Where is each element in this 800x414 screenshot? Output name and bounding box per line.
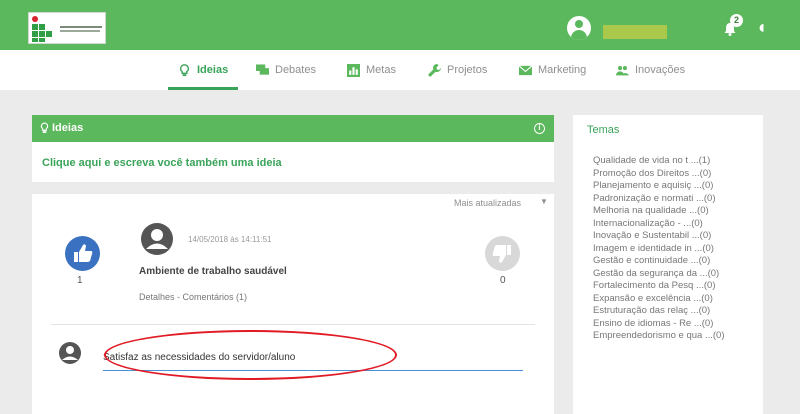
dislike-button[interactable] (485, 236, 520, 271)
tab-label: Metas (366, 64, 396, 76)
divider (32, 182, 554, 194)
theme-item[interactable]: Internacionalização - ...(0) (593, 218, 724, 231)
lightbulb-icon (40, 122, 49, 133)
main-nav: Ideias Debates Metas Projetos Marketing … (0, 50, 800, 90)
commenter-avatar (59, 342, 81, 364)
themes-list: Qualidade de vida no t ...(1) Promoção d… (593, 155, 724, 343)
tab-metas[interactable]: Metas (347, 50, 396, 90)
theme-item[interactable]: Ensino de idiomas - Re ...(0) (593, 318, 724, 331)
theme-item[interactable]: Promoção dos Direitos ...(0) (593, 168, 724, 181)
idea-title[interactable]: Ambiente de trabalho saudável (139, 266, 287, 277)
more-icon[interactable]: ◖ (756, 18, 767, 36)
info-icon[interactable]: i (534, 123, 545, 134)
bar-chart-icon (347, 63, 360, 77)
envelope-icon (519, 64, 532, 75)
dislike-count: 0 (500, 275, 506, 286)
notification-badge: 2 (730, 14, 743, 27)
comment-input[interactable] (103, 345, 523, 371)
theme-item[interactable]: Melhoria na qualidade ...(0) (593, 205, 724, 218)
lightbulb-icon (180, 63, 189, 76)
sort-select[interactable]: Mais atualizadas (454, 198, 521, 208)
theme-item[interactable]: Imagem e identidade in ...(0) (593, 243, 724, 256)
write-idea-link[interactable]: Clique aqui e escreva você também uma id… (42, 157, 282, 169)
themes-title: Temas (587, 124, 620, 136)
ideas-panel: Ideias i Clique aqui e escreva você tamb… (32, 115, 554, 414)
tab-label: Ideias (197, 64, 229, 76)
theme-item[interactable]: Fortalecimento da Pesq ...(0) (593, 280, 724, 293)
theme-item[interactable]: Qualidade de vida no t ...(1) (593, 155, 724, 168)
people-icon (616, 65, 629, 75)
tab-label: Debates (275, 64, 316, 76)
theme-item[interactable]: Inovação e Sustentabil ...(0) (593, 230, 724, 243)
like-count: 1 (77, 275, 83, 286)
idea-details-links[interactable]: Detalhes - Comentários (1) (139, 292, 247, 302)
top-bar: 2 ◖ (0, 0, 800, 50)
user-avatar[interactable] (567, 16, 591, 40)
theme-item[interactable]: Empreendedorismo e qua ...(0) (593, 330, 724, 343)
wrench-icon (428, 63, 441, 77)
theme-item[interactable]: Padronização e normati ...(0) (593, 193, 724, 206)
username-redacted[interactable] (603, 25, 667, 39)
chat-icon (256, 63, 269, 75)
institution-logo[interactable] (28, 12, 106, 44)
themes-sidebar: Temas Qualidade de vida no t ...(1) Prom… (573, 115, 763, 414)
ideas-panel-header: Ideias i (32, 115, 554, 142)
ideas-panel-title: Ideias (52, 122, 84, 134)
theme-item[interactable]: Gestão e continuidade ...(0) (593, 255, 724, 268)
tab-marketing[interactable]: Marketing (519, 50, 586, 90)
theme-item[interactable]: Estruturação das relaç ...(0) (593, 305, 724, 318)
like-button[interactable] (65, 236, 100, 271)
tab-ideias[interactable]: Ideias (167, 50, 239, 90)
theme-item[interactable]: Planejamento e aquisiç ...(0) (593, 180, 724, 193)
idea-date: 14/05/2018 às 14:11:51 (188, 235, 272, 244)
theme-item[interactable]: Gestão da segurança da ...(0) (593, 268, 724, 281)
tab-label: Inovações (635, 64, 686, 76)
chevron-down-icon[interactable]: ▼ (540, 197, 548, 206)
divider (51, 324, 535, 325)
thumbs-down-icon (492, 245, 511, 263)
thumbs-up-icon (74, 244, 93, 262)
tab-projetos[interactable]: Projetos (428, 50, 487, 90)
tab-label: Marketing (538, 64, 587, 76)
tab-label: Projetos (447, 64, 488, 76)
tab-inovacoes[interactable]: Inovações (616, 50, 685, 90)
tab-debates[interactable]: Debates (256, 50, 316, 90)
theme-item[interactable]: Expansão e excelência ...(0) (593, 293, 724, 306)
author-avatar (141, 223, 173, 255)
